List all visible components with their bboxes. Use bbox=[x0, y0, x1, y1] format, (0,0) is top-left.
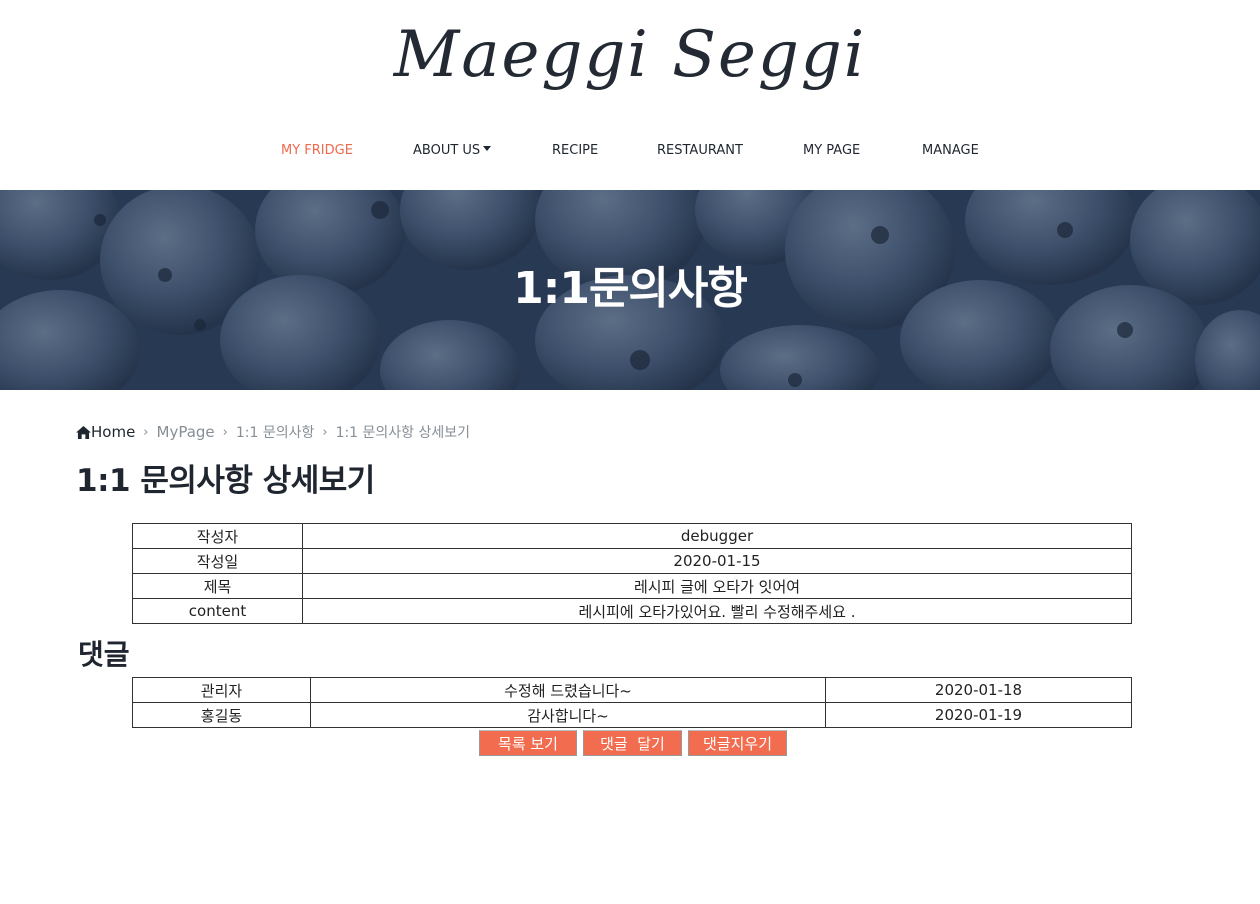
nav-item-my-page[interactable]: MY PAGE bbox=[803, 143, 860, 158]
table-row: 관리자 수정해 드렸습니다~ 2020-01-18 bbox=[132, 677, 1132, 703]
inquiry-detail-table: 작성자 debugger 작성일 2020-01-15 제목 레시피 글에 오타… bbox=[132, 523, 1132, 624]
detail-value-title: 레시피 글에 오타가 잇어여 bbox=[302, 573, 1132, 599]
table-row: 홍길동 감사합니다~ 2020-01-19 bbox=[132, 702, 1132, 728]
table-row: 작성일 2020-01-15 bbox=[132, 548, 1132, 574]
breadcrumb-inquiry-detail: 1:1 문의사항 상세보기 bbox=[335, 425, 471, 441]
chevron-right-icon: › bbox=[322, 424, 328, 440]
nav-item-about-us[interactable]: ABOUT US bbox=[413, 143, 492, 158]
site-logo[interactable]: Maeggi Seggi bbox=[0, 18, 1260, 92]
chevron-down-icon bbox=[483, 146, 492, 151]
nav-item-restaurant[interactable]: RESTAURANT bbox=[657, 143, 743, 158]
nav-item-manage[interactable]: MANAGE bbox=[922, 143, 979, 158]
nav-item-about-us-label: ABOUT US bbox=[413, 143, 481, 158]
detail-label-date: 작성일 bbox=[132, 548, 303, 574]
page-title: 1:1 문의사항 상세보기 bbox=[76, 463, 375, 499]
breadcrumb: Home › MyPage › 1:1 문의사항 › 1:1 문의사항 상세보기 bbox=[76, 422, 470, 442]
detail-label-content: content bbox=[132, 598, 303, 624]
comment-date: 2020-01-18 bbox=[825, 677, 1132, 703]
detail-value-author: debugger bbox=[302, 523, 1132, 549]
breadcrumb-inquiry[interactable]: 1:1 문의사항 bbox=[236, 422, 315, 442]
breadcrumb-home-label: Home bbox=[91, 423, 136, 441]
detail-value-date: 2020-01-15 bbox=[302, 548, 1132, 574]
comment-content: 수정해 드렸습니다~ bbox=[310, 677, 826, 703]
detail-value-content: 레시피에 오타가있어요. 빨리 수정해주세요 . bbox=[302, 598, 1132, 624]
comments-heading: 댓글 bbox=[78, 638, 130, 671]
table-row: content 레시피에 오타가있어요. 빨리 수정해주세요 . bbox=[132, 598, 1132, 624]
comment-author: 관리자 bbox=[132, 677, 311, 703]
list-button[interactable]: 목록 보기 bbox=[479, 730, 577, 756]
nav-item-recipe[interactable]: RECIPE bbox=[552, 143, 598, 158]
breadcrumb-home[interactable]: Home bbox=[76, 423, 135, 441]
comment-author: 홍길동 bbox=[132, 702, 311, 728]
add-comment-button[interactable]: 댓글 달기 bbox=[583, 730, 682, 756]
nav-item-my-fridge[interactable]: MY FRIDGE bbox=[281, 143, 353, 158]
table-row: 작성자 debugger bbox=[132, 523, 1132, 549]
main-nav: MY FRIDGE ABOUT US RECIPE RESTAURANT MY … bbox=[0, 143, 1260, 167]
hero-title: 1:1문의사항 bbox=[513, 263, 748, 314]
delete-comment-button[interactable]: 댓글지우기 bbox=[688, 730, 787, 756]
detail-label-title: 제목 bbox=[132, 573, 303, 599]
detail-label-author: 작성자 bbox=[132, 523, 303, 549]
chevron-right-icon: › bbox=[222, 424, 228, 440]
comment-content: 감사합니다~ bbox=[310, 702, 826, 728]
comments-table: 관리자 수정해 드렸습니다~ 2020-01-18 홍길동 감사합니다~ 202… bbox=[132, 677, 1132, 728]
comment-date: 2020-01-19 bbox=[825, 702, 1132, 728]
home-icon bbox=[76, 425, 91, 439]
table-row: 제목 레시피 글에 오타가 잇어여 bbox=[132, 573, 1132, 599]
chevron-right-icon: › bbox=[143, 424, 149, 440]
breadcrumb-mypage[interactable]: MyPage bbox=[157, 423, 215, 441]
action-buttons: 목록 보기 댓글 달기 댓글지우기 bbox=[479, 730, 787, 756]
hero-banner: 1:1문의사항 bbox=[0, 190, 1260, 390]
